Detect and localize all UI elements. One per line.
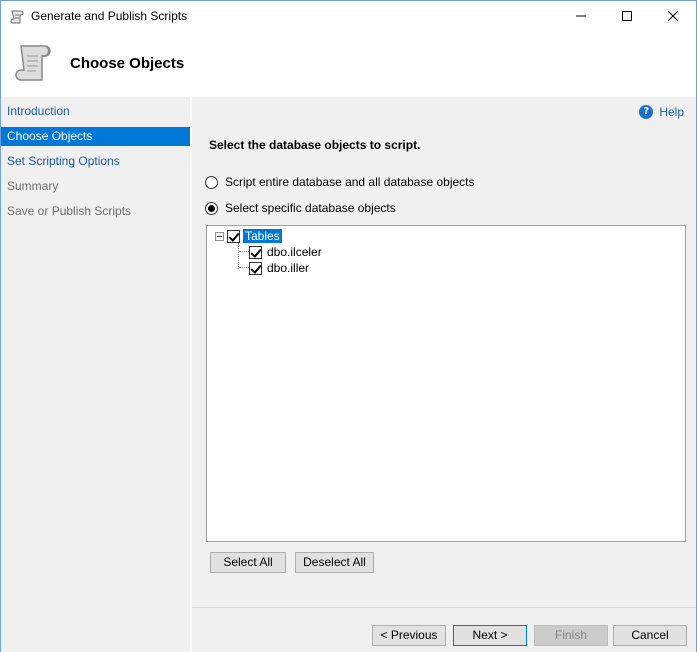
wizard-header: Choose Objects <box>1 32 696 96</box>
help-icon: ? <box>639 105 654 119</box>
maximize-icon <box>622 11 632 21</box>
tree-node-tables[interactable]: Tables <box>215 228 282 244</box>
script-scroll-icon <box>10 10 24 24</box>
option-specific-objects[interactable]: Select specific database objects <box>205 201 396 215</box>
script-scroll-icon <box>15 45 51 81</box>
tree-label-tables[interactable]: Tables <box>243 229 282 243</box>
tree-node-ilceler[interactable]: dbo.ilceler <box>249 244 324 260</box>
deselect-all-button[interactable]: Deselect All <box>295 552 374 573</box>
collapse-toggle-icon[interactable] <box>215 231 224 241</box>
wizard-window: Generate and Publish Scripts Choose Obje… <box>0 0 697 652</box>
main-panel: ? Help Select the database objects to sc… <box>192 97 696 607</box>
title-bar: Generate and Publish Scripts <box>1 1 696 32</box>
nav-item-save-or-publish-scripts: Save or Publish Scripts <box>7 204 132 218</box>
section-heading: Select the database objects to script. <box>209 138 421 152</box>
radio-specific-objects[interactable] <box>205 201 218 215</box>
next-button[interactable]: Next > <box>453 625 527 646</box>
help-label: Help <box>659 105 684 119</box>
select-all-button[interactable]: Select All <box>210 552 286 573</box>
previous-button[interactable]: < Previous <box>372 625 446 646</box>
wizard-footer: < Previous Next > Finish Cancel <box>192 607 696 652</box>
cancel-button[interactable]: Cancel <box>613 625 687 646</box>
radio-entire-database[interactable] <box>205 175 218 189</box>
minimize-button[interactable] <box>558 1 604 31</box>
maximize-button[interactable] <box>604 1 650 31</box>
tree-node-iller[interactable]: dbo.iller <box>249 260 311 276</box>
close-icon <box>668 11 678 21</box>
checkbox-iller[interactable] <box>249 261 262 275</box>
finish-button: Finish <box>534 625 608 646</box>
page-title: Choose Objects <box>70 55 185 72</box>
nav-item-introduction[interactable]: Introduction <box>1 102 190 121</box>
window-title: Generate and Publish Scripts <box>31 9 188 23</box>
tree-label-iller[interactable]: dbo.iller <box>265 261 311 275</box>
tree-label-ilceler[interactable]: dbo.ilceler <box>265 245 324 259</box>
tree-connector <box>238 243 239 269</box>
option-label: Script entire database and all database … <box>225 175 475 189</box>
checkbox-ilceler[interactable] <box>249 245 262 259</box>
nav-item-summary: Summary <box>7 179 59 193</box>
object-tree[interactable]: Tables dbo.ilceler dbo.iller <box>206 225 686 542</box>
checkbox-tables[interactable] <box>227 229 240 243</box>
help-link[interactable]: ? Help <box>639 105 684 119</box>
nav-item-set-scripting-options[interactable]: Set Scripting Options <box>1 152 190 171</box>
tree-connector <box>239 251 249 252</box>
option-entire-database[interactable]: Script entire database and all database … <box>205 175 475 189</box>
nav-item-choose-objects[interactable]: Choose Objects <box>1 127 190 146</box>
wizard-nav: Introduction Choose Objects Set Scriptin… <box>1 97 190 652</box>
tree-connector <box>239 267 249 268</box>
minimize-icon <box>576 15 586 17</box>
option-label: Select specific database objects <box>225 201 396 215</box>
close-button[interactable] <box>650 1 696 31</box>
